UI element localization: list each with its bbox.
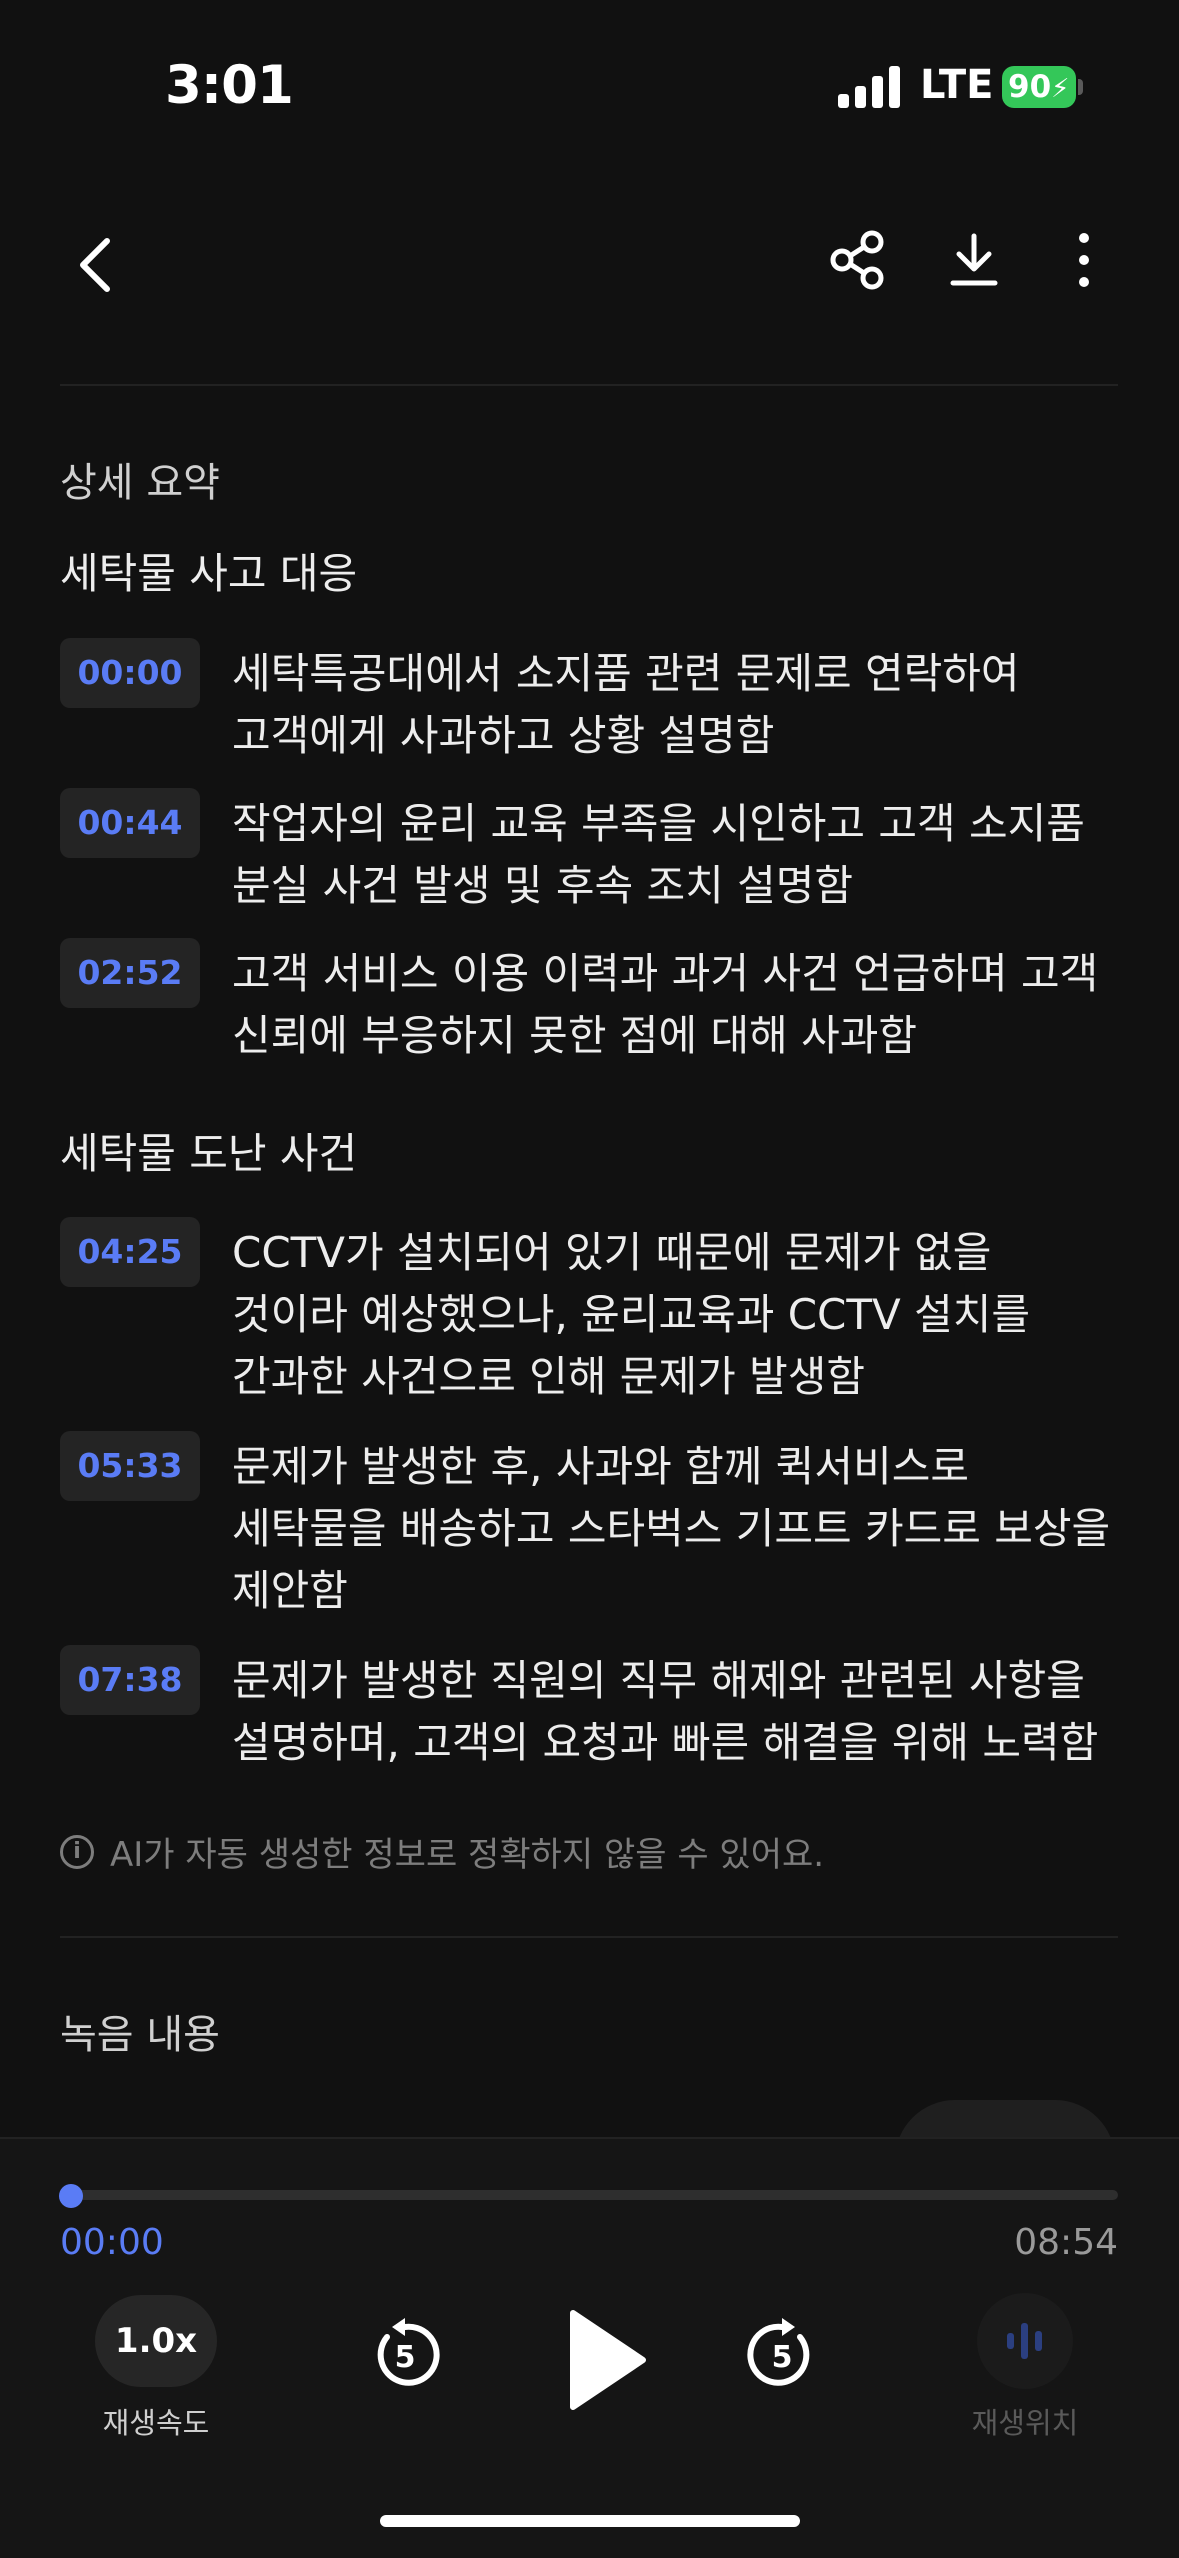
more-button[interactable]	[1046, 222, 1122, 298]
share-icon	[830, 230, 884, 290]
forward-seconds: 5	[772, 2340, 793, 2375]
summary-line: 제안함	[232, 1566, 348, 1615]
summary-line: 문제가 발생한 직원의 직무 해제와 관련된 사항을	[232, 1656, 1085, 1705]
timestamp-chip[interactable]: 05:33	[60, 1431, 200, 1501]
recording-heading: 녹음 내용	[60, 2012, 220, 2058]
rewind-seconds: 5	[395, 2340, 416, 2375]
forward-icon: 5	[747, 2318, 810, 2386]
summary-item-text: 문제가 발생한 직원의 직무 해제와 관련된 사항을 설명하며, 고객의 요청과…	[232, 1650, 1132, 1774]
timestamp-chip[interactable]: 02:52	[60, 938, 200, 1008]
total-time: 08:54	[1014, 2222, 1118, 2263]
download-icon	[950, 233, 998, 286]
rewind-5-button[interactable]: 5	[365, 2315, 445, 2395]
summary-line: 고객 서비스 이용 이력과 과거 사건 언급하며 고객	[232, 949, 1099, 998]
play-icon	[570, 2310, 646, 2410]
ai-notice-text: AI가 자동 생성한 정보로 정확하지 않을 수 있어요.	[110, 1835, 825, 1875]
ai-notice: i AI가 자동 생성한 정보로 정확하지 않을 수 있어요.	[60, 1827, 824, 1876]
summary-line: CCTV가 설치되어 있기 때문에 문제가 없을	[232, 1228, 992, 1277]
download-button[interactable]	[936, 222, 1012, 298]
playback-speed-label: 재생속도	[102, 2406, 210, 2440]
network-type: LTE	[920, 62, 994, 108]
group-title-1: 세탁물 사고 대응	[60, 549, 358, 598]
playback-speed-button[interactable]: 1.0x	[95, 2295, 217, 2387]
summary-line: 신뢰에 부응하지 못한 점에 대해 사과함	[232, 1011, 917, 1060]
progress-bar[interactable]	[60, 2190, 1118, 2200]
more-vertical-icon	[1079, 233, 1089, 287]
chevron-left-icon	[80, 238, 110, 292]
play-button[interactable]	[555, 2305, 655, 2415]
battery-level: 90	[1008, 69, 1052, 105]
playback-position-button[interactable]	[977, 2293, 1073, 2389]
summary-item-text: CCTV가 설치되어 있기 때문에 문제가 없을 것이라 예상했으나, 윤리교육…	[232, 1222, 1132, 1408]
battery-nub	[1078, 79, 1083, 95]
current-time: 00:00	[60, 2222, 164, 2263]
back-button[interactable]	[55, 225, 135, 305]
progress-thumb[interactable]	[59, 2184, 83, 2208]
summary-line: 세탁특공대에서 소지품 관련 문제로 연락하여	[232, 649, 1020, 698]
timestamp-chip[interactable]: 00:44	[60, 788, 200, 858]
status-time: 3:01	[165, 55, 294, 116]
summary-item-text: 고객 서비스 이용 이력과 과거 사건 언급하며 고객 신뢰에 부응하지 못한 …	[232, 943, 1132, 1067]
rewind-icon: 5	[377, 2318, 440, 2386]
summary-line: 문제가 발생한 후, 사과와 함께 퀵서비스로	[232, 1442, 969, 1491]
summary-line: 간과한 사건으로 인해 문제가 발생함	[232, 1352, 866, 1401]
timestamp-chip[interactable]: 00:00	[60, 638, 200, 708]
share-button[interactable]	[820, 222, 896, 298]
summary-line: 작업자의 윤리 교육 부족을 시인하고 고객 소지품	[232, 799, 1085, 848]
summary-line: 분실 사건 발생 및 후속 조치 설명함	[232, 861, 854, 910]
signal-icon	[838, 66, 900, 108]
timestamp-chip[interactable]: 04:25	[60, 1217, 200, 1287]
summary-line: 것이라 예상했으나, 윤리교육과 CCTV 설치를	[232, 1290, 1031, 1339]
forward-5-button[interactable]: 5	[742, 2315, 822, 2395]
summary-line: 고객에게 사과하고 상황 설명함	[232, 711, 775, 760]
summary-item-text: 세탁특공대에서 소지품 관련 문제로 연락하여 고객에게 사과하고 상황 설명함	[232, 643, 1132, 767]
group-title-2: 세탁물 도난 사건	[60, 1129, 358, 1178]
playback-position-label: 재생위치	[971, 2406, 1079, 2440]
summary-heading: 상세 요약	[60, 460, 220, 506]
summary-line: 설명하며, 고객의 요청과 빠른 해결을 위해 노력함	[232, 1718, 1099, 1767]
home-indicator	[380, 2515, 800, 2527]
summary-line: 세탁물을 배송하고 스타벅스 기프트 카드로 보상을	[232, 1504, 1111, 1553]
timestamp-chip[interactable]: 07:38	[60, 1645, 200, 1715]
battery-icon: 90⚡	[1002, 66, 1076, 108]
summary-item-text: 작업자의 윤리 교육 부족을 시인하고 고객 소지품 분실 사건 발생 및 후속…	[232, 793, 1132, 917]
section-divider	[60, 1936, 1118, 1938]
info-icon: i	[60, 1834, 94, 1869]
header-divider	[60, 384, 1118, 386]
summary-item-text: 문제가 발생한 후, 사과와 함께 퀵서비스로 세탁물을 배송하고 스타벅스 기…	[232, 1436, 1132, 1622]
waveform-icon	[1007, 2323, 1042, 2359]
